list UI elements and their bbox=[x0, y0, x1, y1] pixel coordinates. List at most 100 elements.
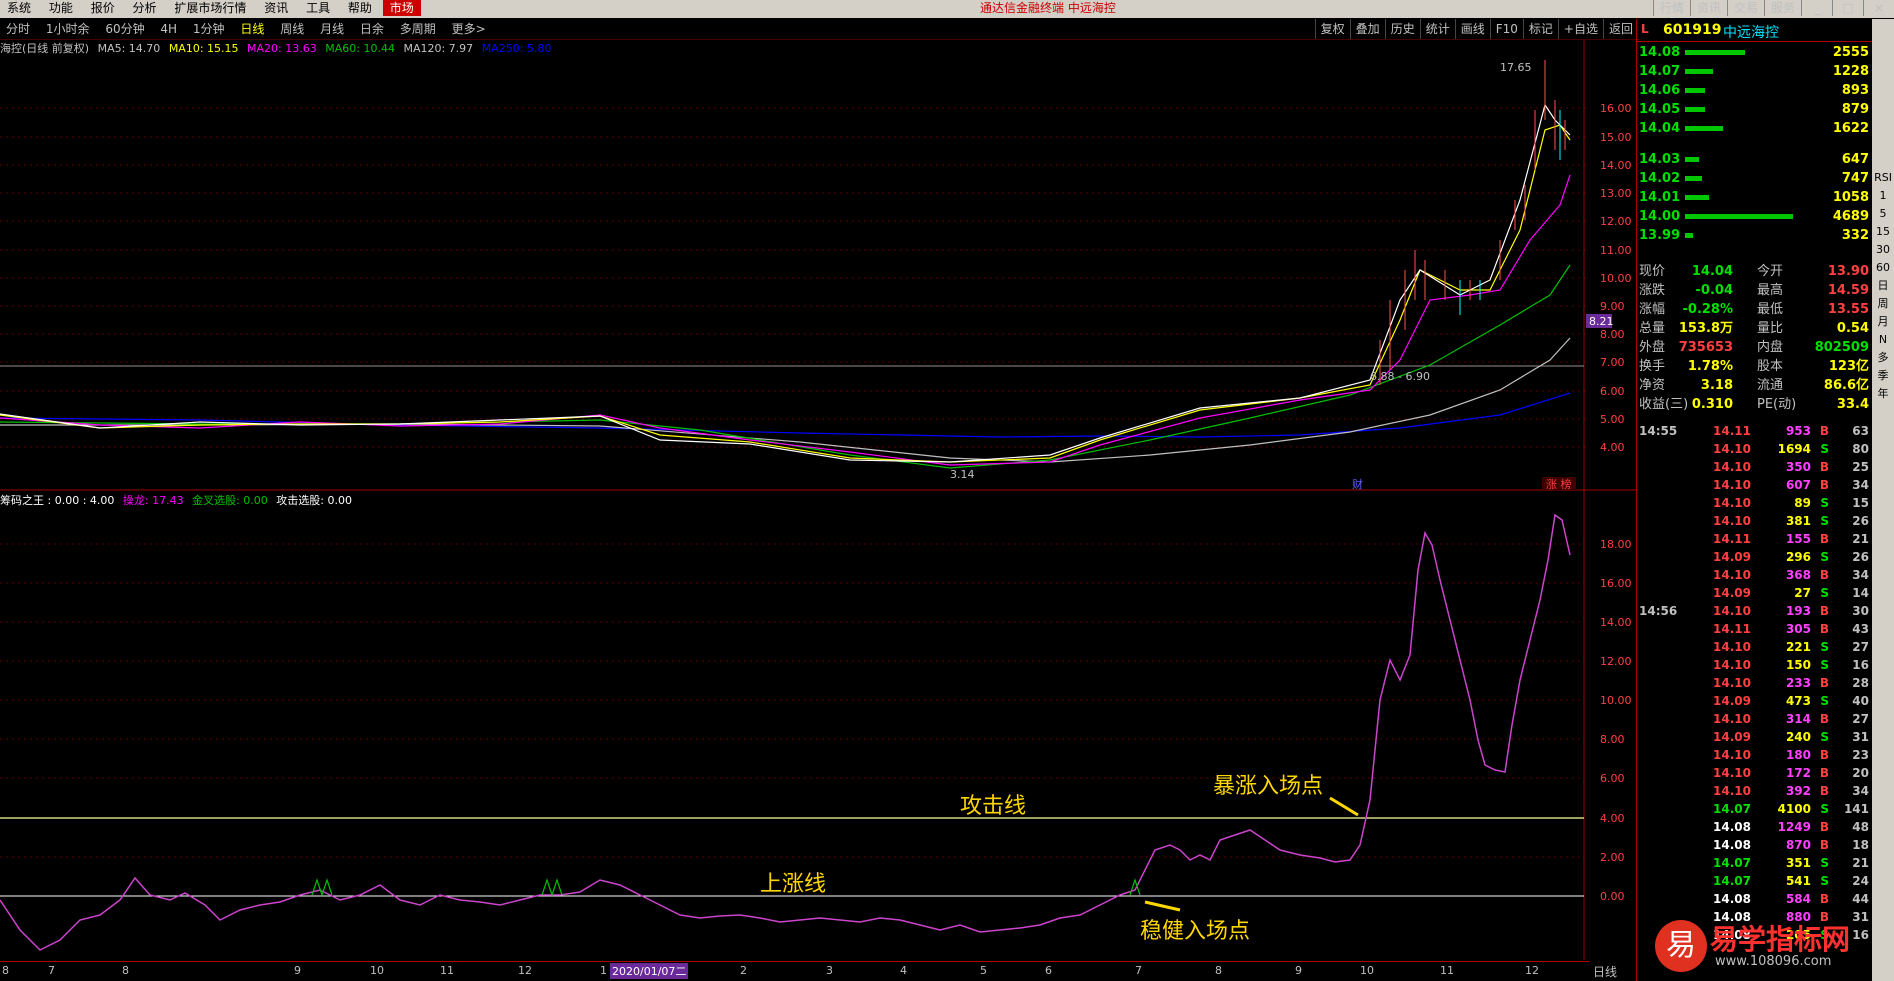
quote-value: 33.4 bbox=[1836, 397, 1869, 412]
tick-count: 20 bbox=[1852, 766, 1869, 780]
ask-row[interactable]: 14.04 1622 bbox=[1637, 119, 1873, 138]
bid-price: 14.02 bbox=[1639, 171, 1681, 186]
watermark-logo: 易 bbox=[1655, 920, 1707, 972]
tick-count: 40 bbox=[1852, 694, 1869, 708]
axis-label: 15.00 bbox=[1600, 131, 1632, 144]
tick-volume: 240 bbox=[1785, 730, 1811, 744]
steady-entry-arrow bbox=[1144, 900, 1181, 912]
sidebar-shortcut[interactable]: 30 bbox=[1872, 241, 1894, 259]
bid-volume-bar bbox=[1685, 214, 1793, 219]
tick-side: S bbox=[1820, 514, 1829, 528]
quote-value: 1.78% bbox=[1687, 359, 1733, 374]
date-tick: 5 bbox=[980, 964, 987, 977]
tick-row: 14.09 27 S 14 bbox=[1637, 584, 1873, 602]
tick-price: 14.08 bbox=[1713, 838, 1751, 852]
bid-row[interactable]: 14.03 647 bbox=[1637, 150, 1873, 169]
sidebar-shortcut[interactable]: 年 bbox=[1872, 385, 1894, 403]
main-grid bbox=[0, 107, 1590, 448]
tick-count: 44 bbox=[1852, 892, 1869, 906]
quote-value: -0.28% bbox=[1682, 302, 1734, 317]
ask-row[interactable]: 14.05 879 bbox=[1637, 100, 1873, 119]
attack-line-label: 攻击线 bbox=[960, 794, 1027, 819]
bid-row[interactable]: 13.99 332 bbox=[1637, 226, 1873, 245]
sidebar-shortcut[interactable]: N bbox=[1872, 331, 1894, 349]
sidebar-shortcut[interactable]: 季 bbox=[1872, 367, 1894, 385]
ask-volume: 1228 bbox=[1832, 64, 1869, 79]
tick-volume: 350 bbox=[1785, 460, 1811, 474]
bid-price: 14.01 bbox=[1639, 190, 1681, 205]
tick-count: 63 bbox=[1852, 424, 1869, 438]
tick-price: 14.10 bbox=[1713, 784, 1751, 798]
ask-row[interactable]: 14.06 893 bbox=[1637, 81, 1873, 100]
tick-side: B bbox=[1819, 784, 1829, 798]
tick-side: B bbox=[1819, 748, 1829, 762]
tick-side: S bbox=[1820, 730, 1829, 744]
tick-count: 141 bbox=[1843, 802, 1869, 816]
quote-value: 14.04 bbox=[1691, 264, 1733, 279]
ask-row[interactable]: 14.08 2555 bbox=[1637, 43, 1873, 62]
chart-canvas[interactable]: 16.00 15.00 14.00 13.00 12.00 11.00 10.0… bbox=[0, 0, 1894, 981]
date-tick: 9 bbox=[1295, 964, 1302, 977]
tick-row: 14.10 89 S 15 bbox=[1637, 494, 1873, 512]
ind-legend-gj: 攻击选股: 0.00 bbox=[276, 494, 352, 507]
tick-row: 14.07 541 S 24 bbox=[1637, 872, 1873, 890]
sidebar-shortcut[interactable]: RSI bbox=[1872, 169, 1894, 187]
tick-side: S bbox=[1820, 658, 1829, 672]
ask-row[interactable]: 14.07 1228 bbox=[1637, 62, 1873, 81]
sidebar-shortcuts: RSI 1 5 15 30 60 日周月 N 多季年 bbox=[1872, 169, 1894, 400]
quote-label: 今开 bbox=[1757, 264, 1784, 279]
sidebar-shortcut[interactable]: 5 bbox=[1872, 205, 1894, 223]
axis-label: 10.00 bbox=[1600, 272, 1632, 285]
axis-label: 14.00 bbox=[1600, 159, 1632, 172]
finance-tag[interactable]: 财 bbox=[1352, 477, 1363, 491]
sidebar-shortcut[interactable]: 日 bbox=[1872, 277, 1894, 295]
tick-count: 34 bbox=[1852, 568, 1869, 582]
legend-ma20: MA20: 13.63 bbox=[247, 42, 317, 55]
ind-legend-name: 筹码之王 : 0.00 : 4.00 bbox=[0, 494, 115, 507]
bid-row[interactable]: 14.02 747 bbox=[1637, 169, 1873, 188]
tick-volume: 193 bbox=[1785, 604, 1811, 618]
tick-row: 14.09 296 S 26 bbox=[1637, 548, 1873, 566]
quote-label: 涨幅 bbox=[1639, 302, 1666, 317]
tick-price: 14.10 bbox=[1713, 478, 1751, 492]
sidebar-shortcut[interactable]: 周 bbox=[1872, 295, 1894, 313]
tick-row: 14.10 314 B 27 bbox=[1637, 710, 1873, 728]
sidebar-shortcut[interactable]: 多 bbox=[1872, 349, 1894, 367]
bid-row[interactable]: 14.01 1058 bbox=[1637, 188, 1873, 207]
tick-volume: 541 bbox=[1785, 874, 1811, 888]
tick-price: 14.10 bbox=[1713, 640, 1751, 654]
quote-value: 86.6亿 bbox=[1823, 378, 1869, 393]
limit-up-tag[interactable]: 涨 榜 bbox=[1546, 477, 1572, 491]
price-candles bbox=[1379, 60, 1566, 385]
axis-label: 11.00 bbox=[1600, 244, 1632, 257]
tick-side: S bbox=[1820, 640, 1829, 654]
date-tick: 4 bbox=[900, 964, 907, 977]
bid-row[interactable]: 14.00 4689 bbox=[1637, 207, 1873, 226]
tick-price: 14.10 bbox=[1713, 604, 1751, 618]
tick-count: 27 bbox=[1852, 640, 1869, 654]
tick-row: 14.07 351 S 21 bbox=[1637, 854, 1873, 872]
tick-side: B bbox=[1819, 604, 1829, 618]
tick-count: 16 bbox=[1852, 658, 1869, 672]
ind-axis-label: 10.00 bbox=[1600, 694, 1632, 707]
golden-cross-marks bbox=[311, 878, 1141, 897]
legend-ma5: MA5: 14.70 bbox=[97, 42, 161, 55]
tick-row: 14.09 240 S 31 bbox=[1637, 728, 1873, 746]
ask-volume: 1622 bbox=[1832, 121, 1869, 136]
tick-price: 14.08 bbox=[1713, 820, 1751, 834]
period-label: 日线 bbox=[1593, 965, 1618, 979]
sidebar-shortcut[interactable]: 60 bbox=[1872, 259, 1894, 277]
quote-value: 13.90 bbox=[1827, 264, 1869, 279]
tick-price: 14.10 bbox=[1713, 676, 1751, 690]
tick-time: 14:56 bbox=[1639, 604, 1678, 618]
ask-volume: 2555 bbox=[1832, 45, 1869, 60]
ask-price: 14.06 bbox=[1639, 83, 1681, 98]
sidebar-shortcut[interactable]: 月 bbox=[1872, 313, 1894, 331]
sidebar-shortcut[interactable]: 15 bbox=[1872, 223, 1894, 241]
sidebar-shortcut[interactable]: 1 bbox=[1872, 187, 1894, 205]
tick-price: 14.10 bbox=[1713, 514, 1751, 528]
axis-label: 9.00 bbox=[1600, 300, 1625, 313]
quote-label: 现价 bbox=[1639, 264, 1666, 279]
surge-entry-label: 暴涨入场点 bbox=[1213, 774, 1324, 799]
tick-volume: 351 bbox=[1785, 856, 1811, 870]
